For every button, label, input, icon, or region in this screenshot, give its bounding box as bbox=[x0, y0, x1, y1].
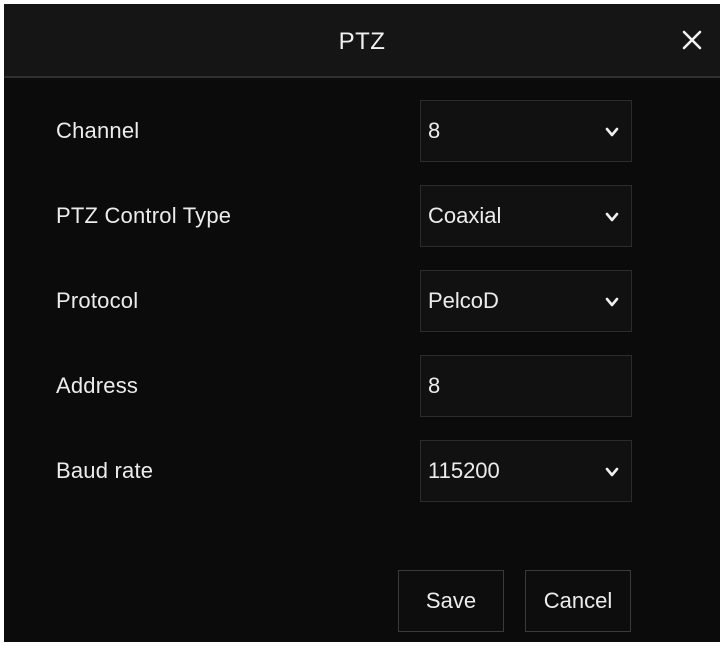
protocol-label: Protocol bbox=[56, 288, 139, 313]
protocol-select[interactable]: PelcoD bbox=[420, 270, 632, 332]
close-icon[interactable] bbox=[678, 26, 706, 54]
save-button[interactable]: Save bbox=[398, 570, 504, 632]
control-type-label: PTZ Control Type bbox=[56, 203, 232, 228]
ptz-dialog: PTZ Channel 8 PTZ Control Type Coaxial P… bbox=[4, 4, 720, 642]
chevron-down-icon bbox=[605, 127, 619, 137]
baud-rate-label: Baud rate bbox=[56, 458, 154, 483]
protocol-value: PelcoD bbox=[428, 288, 499, 313]
channel-select[interactable]: 8 bbox=[420, 100, 632, 162]
dialog-title-bar: PTZ bbox=[4, 4, 720, 78]
baud-rate-select[interactable]: 115200 bbox=[420, 440, 632, 502]
channel-label: Channel bbox=[56, 118, 140, 143]
address-label: Address bbox=[56, 373, 139, 398]
dialog-title: PTZ bbox=[338, 28, 386, 55]
chevron-down-icon bbox=[605, 297, 619, 307]
control-type-value: Coaxial bbox=[428, 203, 502, 228]
address-input[interactable]: 8 bbox=[420, 355, 632, 417]
channel-value: 8 bbox=[428, 118, 441, 143]
baud-rate-value: 115200 bbox=[428, 458, 500, 483]
control-type-select[interactable]: Coaxial bbox=[420, 185, 632, 247]
chevron-down-icon bbox=[605, 467, 619, 477]
chevron-down-icon bbox=[605, 212, 619, 222]
address-value: 8 bbox=[428, 373, 441, 398]
cancel-button[interactable]: Cancel bbox=[525, 570, 631, 632]
